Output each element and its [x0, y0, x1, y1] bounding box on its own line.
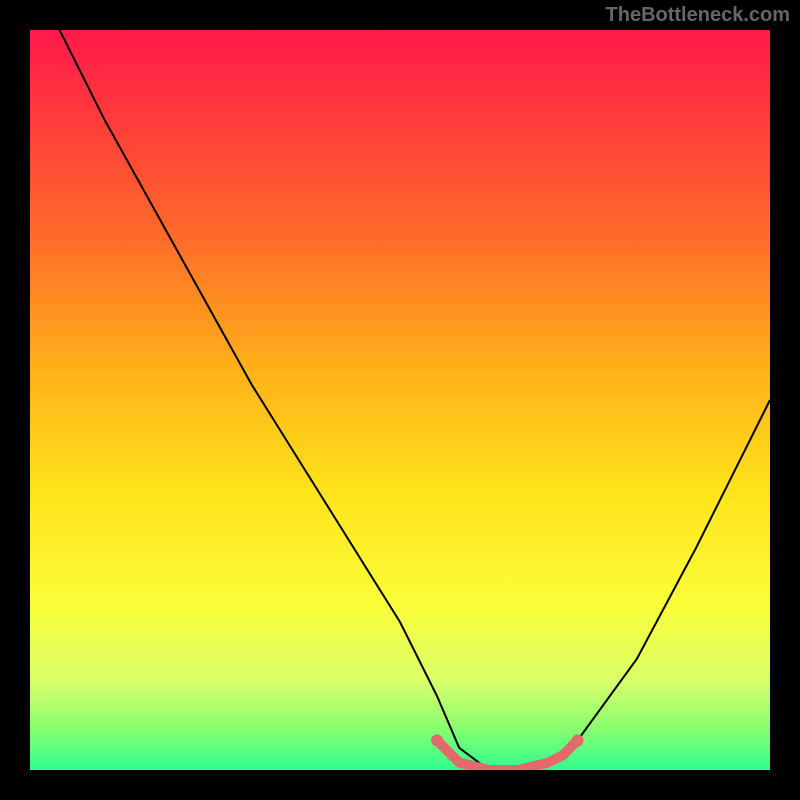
- heat-gradient: [30, 30, 770, 770]
- plot-area: [30, 30, 770, 770]
- attribution-label: TheBottleneck.com: [606, 4, 790, 27]
- chart-frame: TheBottleneck.com: [0, 0, 800, 800]
